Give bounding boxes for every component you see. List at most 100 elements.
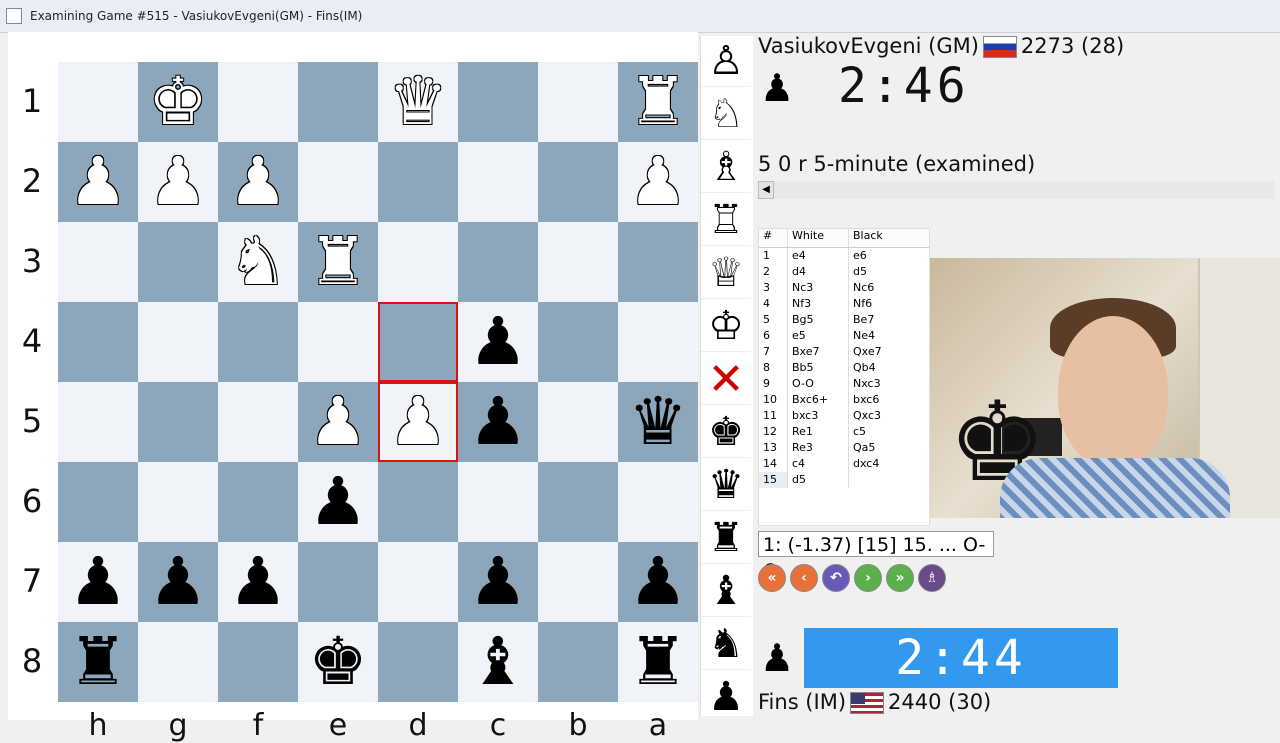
black-pawn-icon[interactable]: ♟ — [468, 389, 527, 455]
palette-piece-icon[interactable]: ♙ — [701, 36, 751, 87]
palette-piece-icon[interactable]: ♗ — [701, 142, 751, 193]
square-c8[interactable]: ♝ — [458, 622, 538, 702]
square-f3[interactable]: ♞ — [218, 222, 298, 302]
move-row[interactable]: 7 Bxe7 Qxe7 — [759, 344, 929, 360]
square-c2[interactable] — [458, 142, 538, 222]
first-button[interactable]: « — [758, 564, 786, 592]
white-move[interactable]: c4 — [787, 456, 848, 472]
square-h8[interactable]: ♜ — [58, 622, 138, 702]
square-b7[interactable] — [538, 542, 618, 622]
square-a8[interactable]: ♜ — [618, 622, 698, 702]
square-h1[interactable] — [58, 62, 138, 142]
move-row[interactable]: 4 Nf3 Nf6 — [759, 296, 929, 312]
move-row[interactable]: 9 O-O Nxc3 — [759, 376, 929, 392]
move-list[interactable]: # White Black 1 e4 e6 2 d4 d5 3 Nc3 Nc6 4 Nf3 Nf6 5 B… — [758, 228, 930, 526]
square-b8[interactable] — [538, 622, 618, 702]
square-c6[interactable] — [458, 462, 538, 542]
move-row[interactable]: 12 Re1 c5 — [759, 424, 929, 440]
white-pawn-icon[interactable]: ♟ — [308, 389, 367, 455]
white-move[interactable]: bxc3 — [787, 408, 848, 424]
square-a1[interactable]: ♜ — [618, 62, 698, 142]
square-a6[interactable] — [618, 462, 698, 542]
white-pawn-icon[interactable]: ♟ — [628, 149, 687, 215]
black-rook-icon[interactable]: ♜ — [628, 629, 687, 695]
square-a4[interactable] — [618, 302, 698, 382]
square-e4[interactable] — [298, 302, 378, 382]
square-h6[interactable] — [58, 462, 138, 542]
black-bishop-icon[interactable]: ♝ — [468, 629, 527, 695]
square-b5[interactable] — [538, 382, 618, 462]
square-g1[interactable]: ♚ — [138, 62, 218, 142]
square-h7[interactable]: ♟ — [58, 542, 138, 622]
black-move[interactable]: Qxe7 — [848, 344, 911, 360]
black-pawn-icon[interactable]: ♟ — [68, 549, 127, 615]
palette-piece-icon[interactable]: ♕ — [701, 248, 751, 299]
palette-piece-icon[interactable]: ♔ — [701, 301, 751, 352]
white-move[interactable]: Bg5 — [787, 312, 848, 328]
square-d2[interactable] — [378, 142, 458, 222]
square-g2[interactable]: ♟ — [138, 142, 218, 222]
white-king-icon[interactable]: ♚ — [148, 69, 207, 135]
black-queen-icon[interactable]: ♛ — [628, 389, 687, 455]
square-e6[interactable]: ♟ — [298, 462, 378, 542]
square-f2[interactable]: ♟ — [218, 142, 298, 222]
square-b6[interactable] — [538, 462, 618, 542]
move-row[interactable]: 3 Nc3 Nc6 — [759, 280, 929, 296]
white-pawn-icon[interactable]: ♟ — [68, 149, 127, 215]
square-d5[interactable]: ♟ — [378, 382, 458, 462]
palette-piece-icon[interactable]: ♜ — [701, 513, 751, 564]
palette-piece-icon[interactable]: ♖ — [701, 195, 751, 246]
square-c3[interactable] — [458, 222, 538, 302]
white-move[interactable]: d4 — [787, 264, 848, 280]
white-queen-icon[interactable]: ♛ — [388, 69, 447, 135]
square-g7[interactable]: ♟ — [138, 542, 218, 622]
black-move[interactable]: Qb4 — [848, 360, 911, 376]
black-move[interactable]: Nc6 — [848, 280, 911, 296]
square-f5[interactable] — [218, 382, 298, 462]
palette-piece-icon[interactable]: ♟ — [701, 672, 751, 723]
black-pawn-icon[interactable]: ♟ — [468, 549, 527, 615]
palette-piece-icon[interactable]: ♚ — [701, 407, 751, 458]
square-c1[interactable] — [458, 62, 538, 142]
move-row[interactable]: 6 e5 Ne4 — [759, 328, 929, 344]
square-h5[interactable] — [58, 382, 138, 462]
square-a7[interactable]: ♟ — [618, 542, 698, 622]
square-d3[interactable] — [378, 222, 458, 302]
white-move[interactable]: Bb5 — [787, 360, 848, 376]
white-move[interactable]: e4 — [787, 248, 848, 264]
chess-board[interactable]: ♚ ♛ ♜ ♟ ♟ ♟ ♟ ♞ ♜ ♟ ♟ ♟ ♟ ♛ ♟ ♟ ♟ ♟ ♟ ♟ ♜ ♚ ♝ ♜ — [58, 62, 698, 702]
black-move[interactable] — [848, 472, 911, 488]
black-pawn-icon[interactable]: ♟ — [628, 549, 687, 615]
horizontal-scrollbar[interactable] — [774, 181, 1274, 199]
square-e5[interactable]: ♟ — [298, 382, 378, 462]
move-row[interactable]: 5 Bg5 Be7 — [759, 312, 929, 328]
square-g6[interactable] — [138, 462, 218, 542]
black-move[interactable]: c5 — [848, 424, 911, 440]
white-move[interactable]: d5 — [787, 472, 848, 488]
move-row[interactable]: 11 bxc3 Qxc3 — [759, 408, 929, 424]
white-move[interactable]: Nf3 — [787, 296, 848, 312]
black-move[interactable]: Be7 — [848, 312, 911, 328]
square-b4[interactable] — [538, 302, 618, 382]
square-h3[interactable] — [58, 222, 138, 302]
white-move[interactable]: Re1 — [787, 424, 848, 440]
square-c7[interactable]: ♟ — [458, 542, 538, 622]
square-h2[interactable]: ♟ — [58, 142, 138, 222]
palette-piece-icon[interactable]: ♛ — [701, 460, 751, 511]
square-g8[interactable] — [138, 622, 218, 702]
white-knight-icon[interactable]: ♞ — [228, 229, 287, 295]
square-b1[interactable] — [538, 62, 618, 142]
square-e8[interactable]: ♚ — [298, 622, 378, 702]
move-row[interactable]: 8 Bb5 Qb4 — [759, 360, 929, 376]
black-king-icon[interactable]: ♚ — [308, 629, 367, 695]
move-row[interactable]: 14 c4 dxc4 — [759, 456, 929, 472]
move-row[interactable]: 2 d4 d5 — [759, 264, 929, 280]
white-move[interactable]: O-O — [787, 376, 848, 392]
white-pawn-icon[interactable]: ♟ — [228, 149, 287, 215]
white-move[interactable]: e5 — [787, 328, 848, 344]
square-c4[interactable]: ♟ — [458, 302, 538, 382]
square-a3[interactable] — [618, 222, 698, 302]
square-e3[interactable]: ♜ — [298, 222, 378, 302]
square-a2[interactable]: ♟ — [618, 142, 698, 222]
back-button[interactable]: ‹ — [790, 564, 818, 592]
